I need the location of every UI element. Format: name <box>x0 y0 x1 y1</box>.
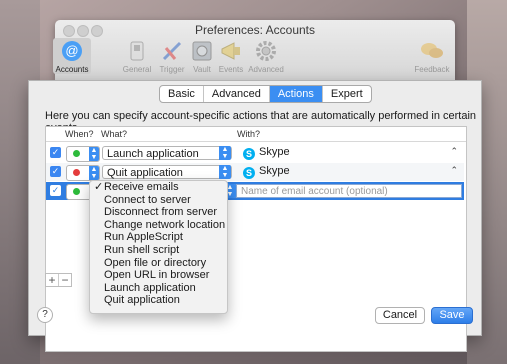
add-remove-controls: + − <box>45 273 72 287</box>
menu-item-run-shell-script[interactable]: Run shell script <box>90 244 227 257</box>
trigger-icon <box>159 38 185 64</box>
toolbar-label-trigger: Trigger <box>159 65 185 74</box>
toolbar-label-advanced: Advanced <box>248 65 284 74</box>
menu-item-quit-application[interactable]: Quit application <box>90 294 227 307</box>
preferences-window: Preferences: Accounts @ Accounts General… <box>53 20 455 82</box>
status-red-dot <box>73 169 80 176</box>
toolbar-label-general: General <box>122 65 152 74</box>
remove-action-button[interactable]: − <box>59 274 71 286</box>
gear-icon <box>253 38 279 64</box>
with-label: Skype <box>259 165 290 177</box>
popup-arrows-icon: ▲ ▼ <box>219 146 231 160</box>
row-enabled-checkbox[interactable]: ✓ <box>50 147 61 158</box>
toolbar-item-accounts[interactable]: @ Accounts <box>53 38 91 74</box>
with-value[interactable]: S Skype <box>243 146 290 160</box>
menu-item-disconnect-from-server[interactable]: Disconnect from server <box>90 206 227 219</box>
tab-actions[interactable]: Actions <box>269 86 323 102</box>
skype-icon: S <box>243 167 255 179</box>
menu-item-receive-emails[interactable]: ✓ Receive emails <box>90 181 227 194</box>
what-popup[interactable]: Quit application ▲ ▼ <box>102 165 232 179</box>
skype-icon: S <box>243 148 255 160</box>
tab-bar: Basic Advanced Actions Expert <box>159 85 372 103</box>
save-button[interactable]: Save <box>431 307 473 324</box>
minimize-window-button[interactable] <box>77 25 89 37</box>
window-title: Preferences: Accounts <box>194 23 316 37</box>
toolbar-label-vault: Vault <box>193 65 211 74</box>
stepper-arrows-icon[interactable]: ▲▼ <box>89 147 99 161</box>
with-updown-icon[interactable]: ⌃ <box>450 165 458 176</box>
table-row[interactable]: ✓ ▲ ▼ Quit application ▲ ▼ S Skype ⌃ <box>46 163 464 181</box>
status-green-dot <box>73 188 80 195</box>
toolbar-item-advanced[interactable]: Advanced <box>247 38 285 74</box>
menu-item-open-file-or-directory[interactable]: Open file or directory <box>90 257 227 270</box>
menu-item-run-applescript[interactable]: Run AppleScript <box>90 231 227 244</box>
column-header-what: What? <box>101 129 128 139</box>
toolbar-label-events: Events <box>218 65 244 74</box>
tab-expert[interactable]: Expert <box>323 86 371 102</box>
tab-advanced[interactable]: Advanced <box>204 86 270 102</box>
row-enabled-checkbox[interactable]: ✓ <box>50 185 61 196</box>
toolbar-item-vault[interactable]: Vault <box>189 38 215 74</box>
menu-item-launch-application[interactable]: Launch application <box>90 282 227 295</box>
toolbar-item-events[interactable]: Events <box>216 38 246 74</box>
with-updown-icon[interactable]: ⌃ <box>450 146 458 157</box>
menu-item-open-url-in-browser[interactable]: Open URL in browser <box>90 269 227 282</box>
menu-item-change-network-location[interactable]: Change network location <box>90 219 227 232</box>
toolbar-item-general[interactable]: General <box>121 38 153 74</box>
menu-item-connect-to-server[interactable]: Connect to server <box>90 194 227 207</box>
column-header-when: When? <box>65 129 94 139</box>
status-green-dot <box>73 150 80 157</box>
with-label: Skype <box>259 146 290 158</box>
when-status-stepper[interactable]: ▲▼ <box>66 146 100 162</box>
toolbar-label-feedback: Feedback <box>414 65 450 74</box>
stepper-arrows-icon[interactable]: ▲▼ <box>89 166 99 180</box>
help-button[interactable]: ? <box>37 307 53 323</box>
at-sign-icon: @ <box>59 38 85 64</box>
popup-arrows-icon: ▲ ▼ <box>219 165 231 179</box>
megaphone-icon <box>218 38 244 64</box>
column-header-with: With? <box>237 129 261 139</box>
preferences-toolbar: @ Accounts General Trigger Vault Events … <box>53 38 455 82</box>
checkmark-icon: ✓ <box>94 181 104 193</box>
toolbar-item-trigger[interactable]: Trigger <box>156 38 188 74</box>
table-header: When? What? With? <box>46 127 466 142</box>
email-account-input[interactable]: Name of email account (optional) <box>236 184 462 198</box>
add-action-button[interactable]: + <box>46 274 59 286</box>
tab-basic[interactable]: Basic <box>160 86 204 102</box>
switch-icon <box>124 38 150 64</box>
vault-icon <box>189 38 215 64</box>
title-bar: Preferences: Accounts <box>55 20 455 40</box>
toolbar-label-accounts: Accounts <box>55 65 89 74</box>
cancel-button[interactable]: Cancel <box>375 307 425 324</box>
zoom-window-button[interactable] <box>91 25 103 37</box>
when-status-stepper[interactable]: ▲▼ <box>66 165 100 181</box>
table-row[interactable]: ✓ ▲ ▼ Launch application ▲ ▼ S Skype ⌃ <box>46 144 464 162</box>
speech-bubble-icon <box>419 38 445 64</box>
row-enabled-checkbox[interactable]: ✓ <box>50 166 61 177</box>
svg-text:@: @ <box>65 43 78 58</box>
what-dropdown-menu: ✓ Receive emails Connect to server Discon… <box>89 180 228 314</box>
close-window-button[interactable] <box>63 25 75 37</box>
what-popup-value: Launch application <box>107 148 199 160</box>
with-value[interactable]: S Skype <box>243 165 290 179</box>
toolbar-item-feedback[interactable]: Feedback <box>411 38 453 74</box>
what-popup-value: Quit application <box>107 167 183 179</box>
what-popup[interactable]: Launch application ▲ ▼ <box>102 146 232 160</box>
